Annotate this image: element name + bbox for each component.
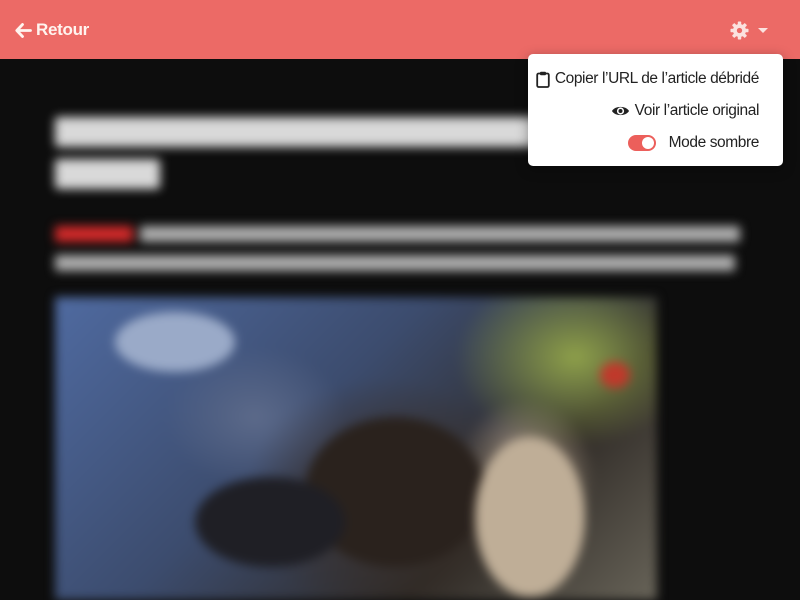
chevron-down-icon bbox=[758, 28, 768, 33]
view-original-label: Voir l’article original bbox=[634, 102, 760, 119]
back-button[interactable]: Retour bbox=[15, 20, 89, 40]
photo-detail bbox=[600, 362, 630, 388]
dark-mode-menu-item[interactable]: Mode sombre bbox=[627, 134, 760, 152]
toggle-knob bbox=[641, 137, 654, 149]
photo-detail bbox=[195, 477, 345, 567]
copy-url-label: Copier l’URL de l’article débridé bbox=[554, 70, 760, 87]
article-lead-line bbox=[140, 226, 740, 242]
photo-detail bbox=[475, 437, 585, 597]
article-photo bbox=[55, 297, 657, 600]
dark-mode-toggle[interactable] bbox=[627, 135, 656, 151]
top-bar: Retour bbox=[0, 0, 800, 59]
back-label: Retour bbox=[36, 20, 89, 39]
photo-detail bbox=[115, 312, 235, 372]
arrow-left-icon bbox=[15, 22, 32, 38]
view-original-menu-item[interactable]: Voir l’article original bbox=[611, 102, 759, 120]
article-headline-line bbox=[55, 159, 160, 189]
copy-url-menu-item[interactable]: Copier l’URL de l’article débridé bbox=[536, 70, 759, 88]
eye-icon bbox=[611, 106, 629, 116]
article-lead-line bbox=[55, 255, 735, 271]
settings-menu: Copier l’URL de l’article débridé Voir l… bbox=[528, 54, 783, 166]
gear-icon bbox=[730, 21, 749, 40]
article-kicker bbox=[55, 226, 133, 242]
settings-dropdown-toggle[interactable] bbox=[730, 21, 768, 40]
dark-mode-label: Mode sombre bbox=[668, 134, 760, 151]
clipboard-icon bbox=[536, 71, 550, 88]
